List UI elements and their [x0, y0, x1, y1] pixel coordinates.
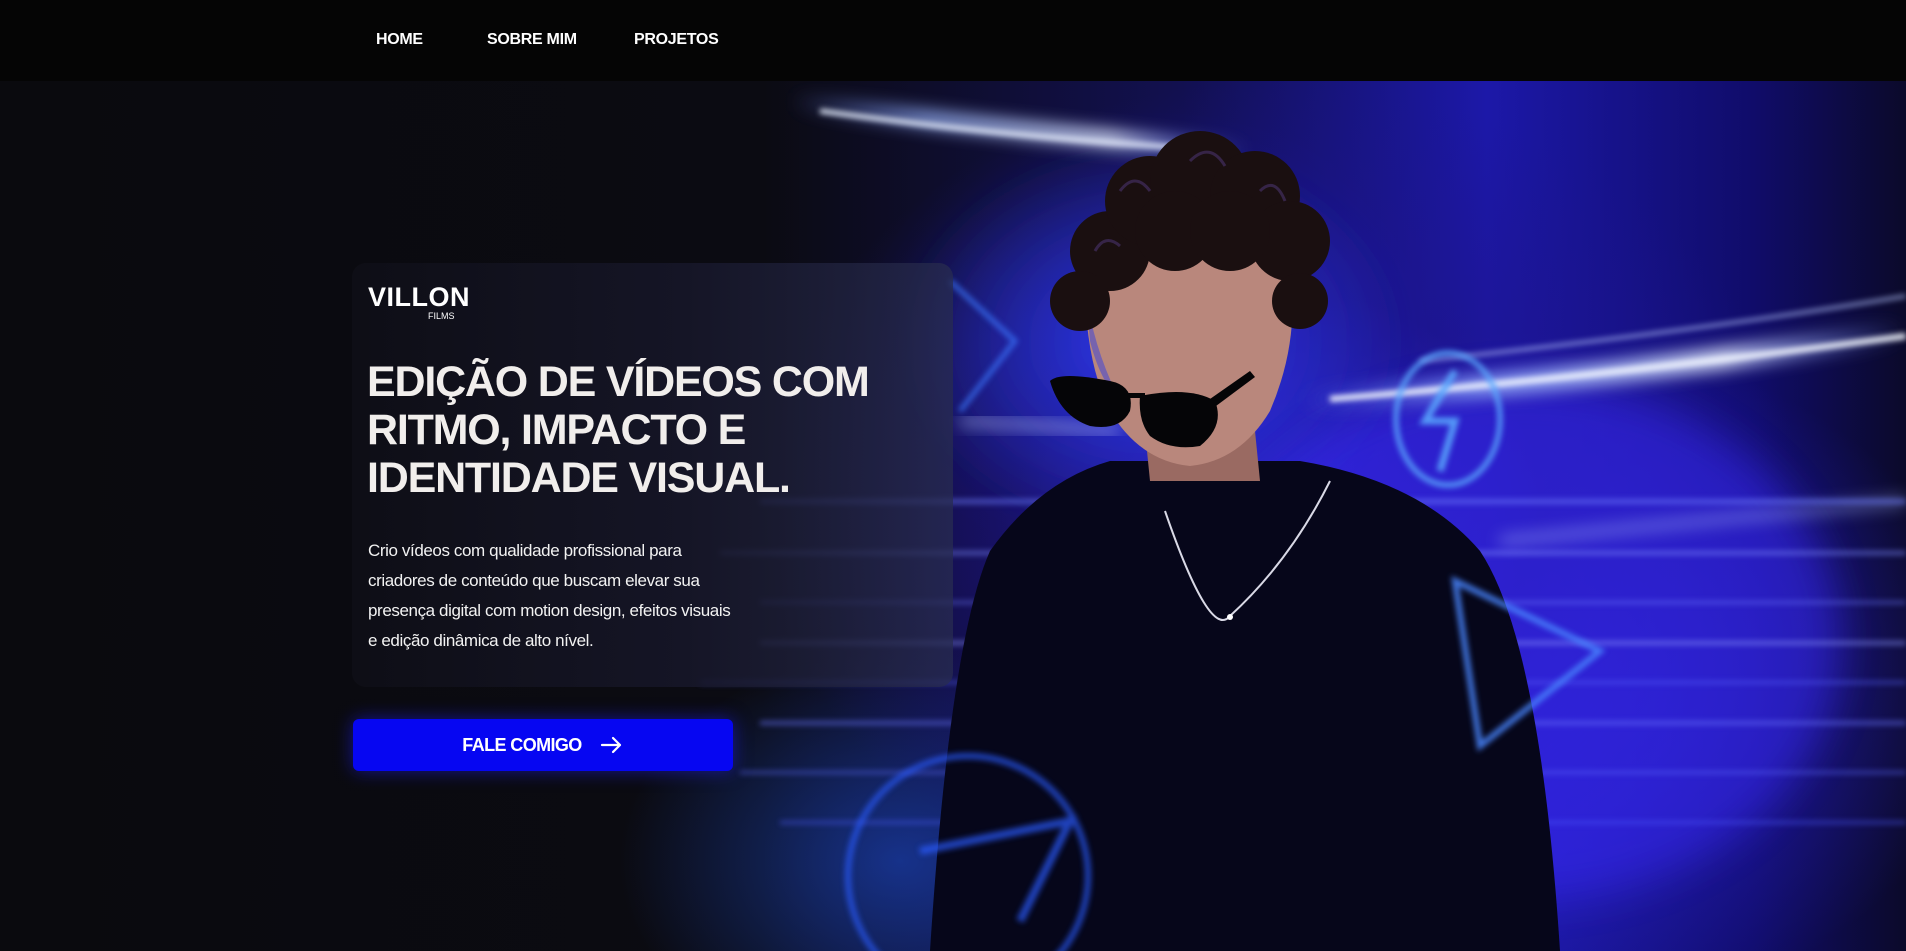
headline-line-3: IDENTIDADE VISUAL.	[367, 454, 791, 502]
landing-page: HOME SOBRE MIM PROJETOS VILLON FILMS EDI…	[0, 0, 1906, 951]
nav-item-home[interactable]: HOME	[376, 31, 423, 49]
cta-label: FALE COMIGO	[462, 734, 582, 755]
description-line-4: e edição dinâmica de alto nível.	[368, 631, 594, 650]
hero-headline: EDIÇÃO DE VÍDEOS COM RITMO, IMPACTO E ID…	[367, 358, 927, 502]
description-line-1: Crio vídeos com qualidade profissional p…	[368, 541, 682, 560]
headline-line-2: RITMO, IMPACTO E	[367, 406, 746, 454]
description-line-2: criadores de conteúdo que buscam elevar …	[368, 571, 700, 590]
nav-item-projetos[interactable]: PROJETOS	[634, 31, 719, 49]
logo-subtitle: FILMS	[428, 311, 455, 321]
top-navbar: HOME SOBRE MIM PROJETOS	[0, 0, 1906, 81]
arrow-right-icon	[600, 736, 621, 754]
villon-films-logo: VILLON FILMS	[368, 284, 520, 324]
nav-item-sobre-mim[interactable]: SOBRE MIM	[487, 31, 577, 49]
logo-wordmark: VILLON	[368, 282, 470, 312]
fale-comigo-button[interactable]: FALE COMIGO	[353, 719, 733, 771]
hero-description: Crio vídeos com qualidade profissional p…	[368, 536, 808, 656]
headline-line-1: EDIÇÃO DE VÍDEOS COM	[367, 358, 870, 406]
hero-background-image	[0, 81, 1906, 951]
hero-artwork	[700, 92, 1906, 951]
description-line-3: presença digital com motion design, efei…	[368, 601, 731, 620]
